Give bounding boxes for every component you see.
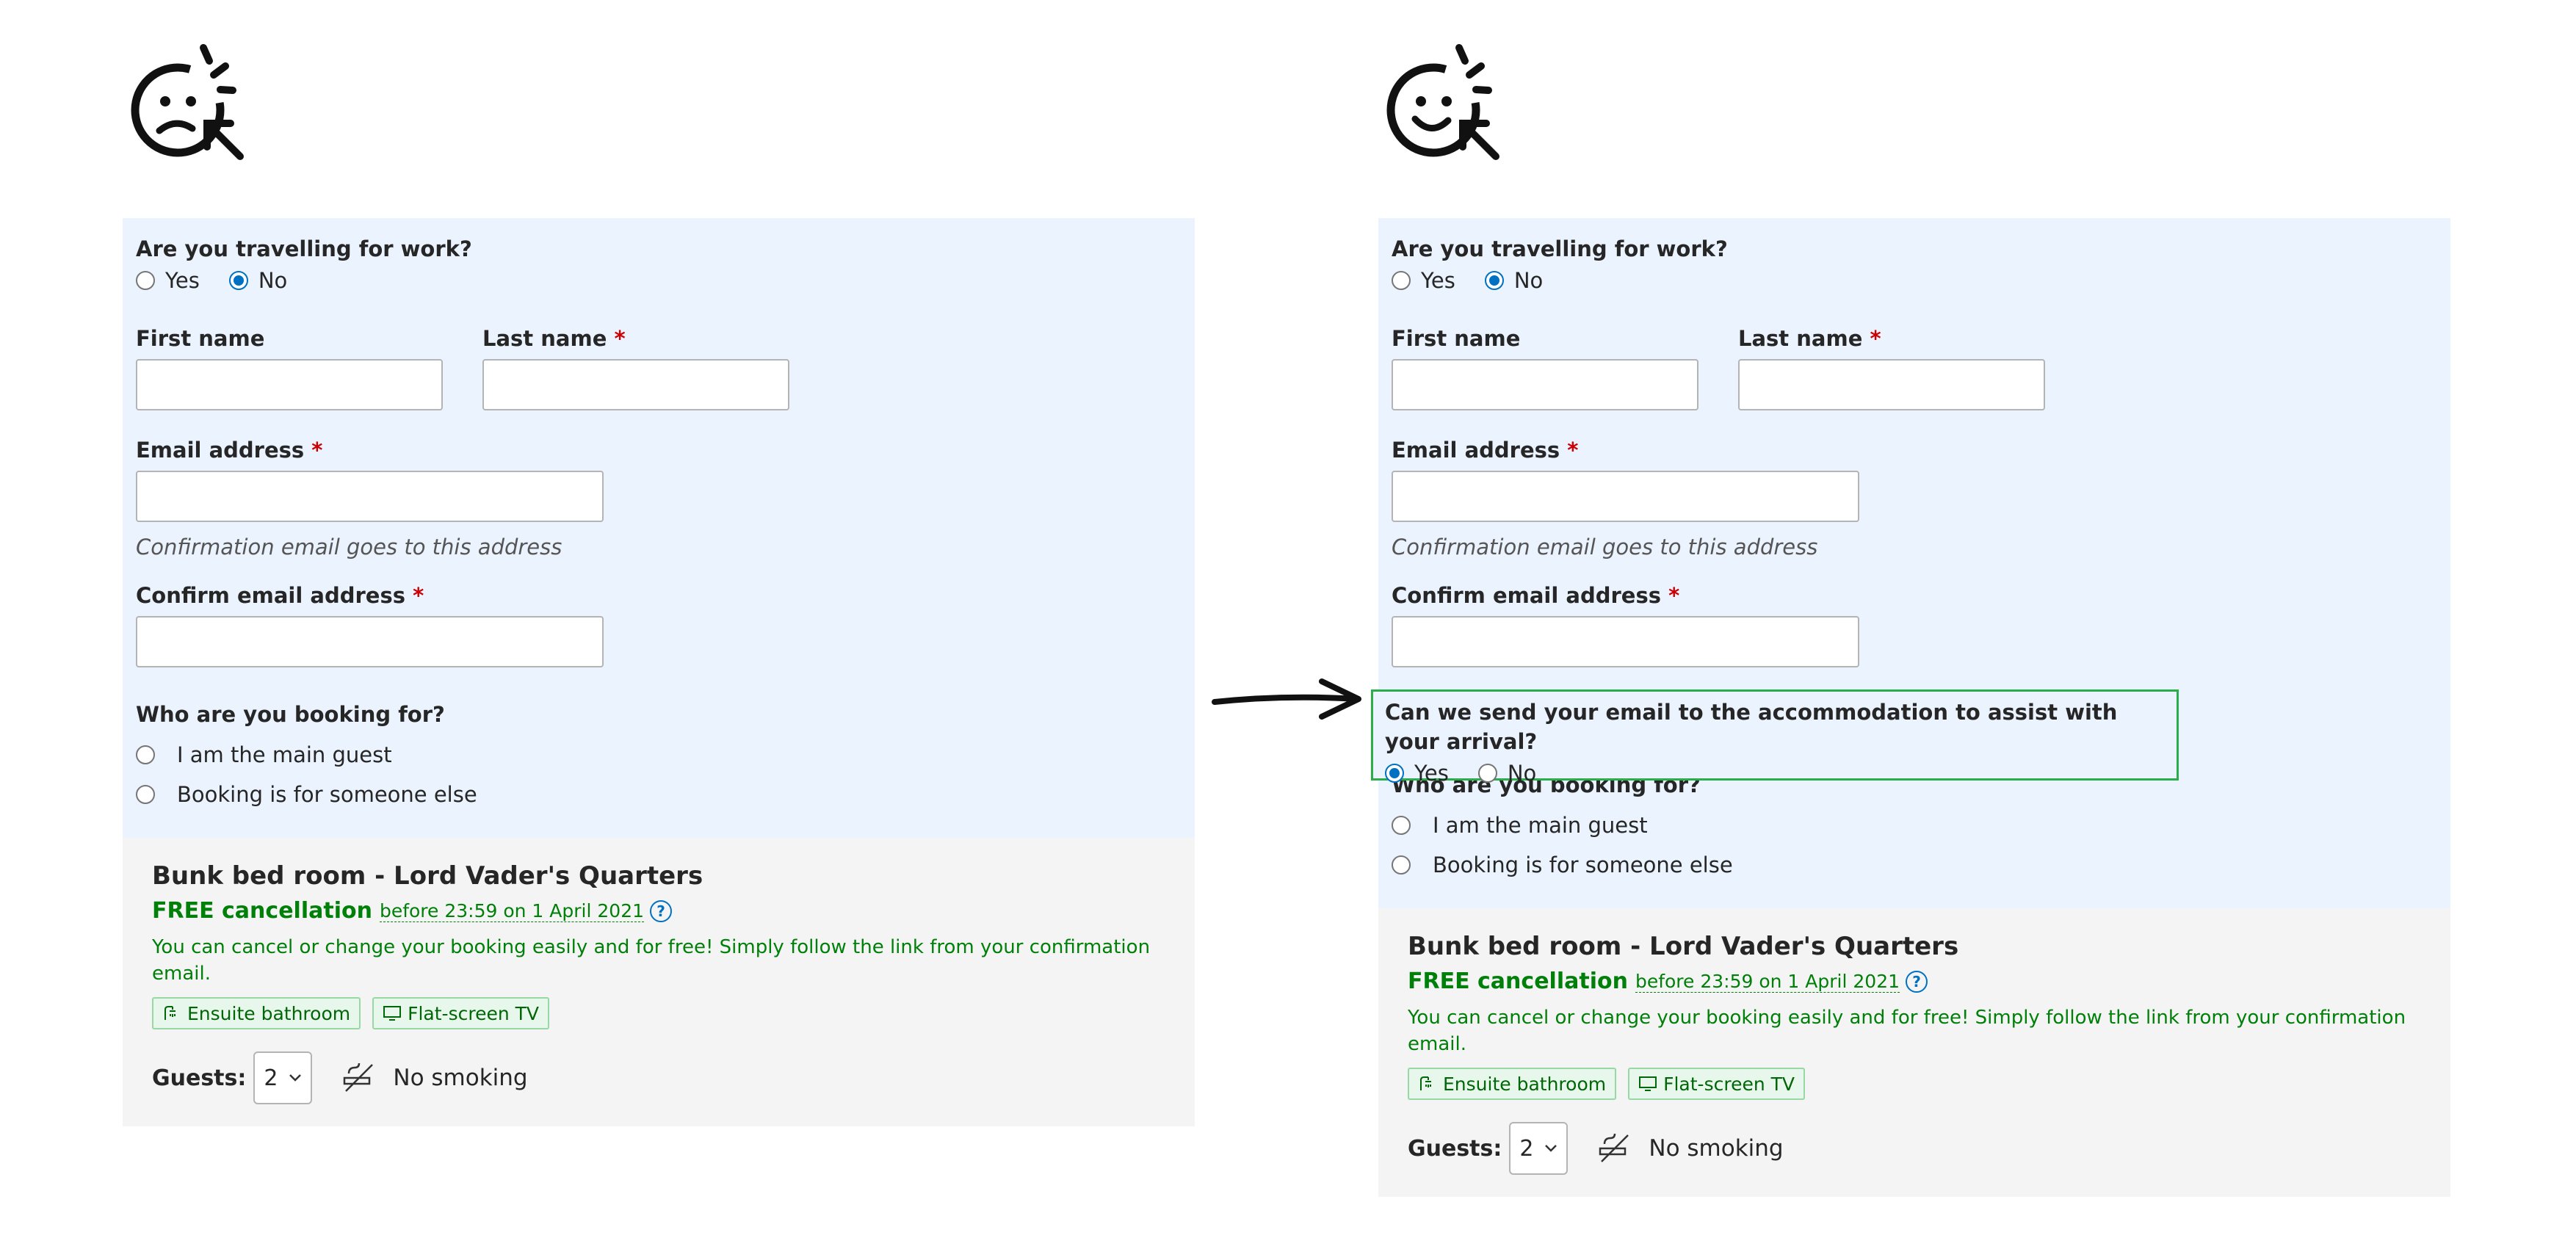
work-no-radio[interactable] xyxy=(1484,271,1504,290)
main-guest-label: I am the main guest xyxy=(1433,813,1648,838)
amenity-label: Flat-screen TV xyxy=(1663,1073,1795,1095)
booking-form: Are you travelling for work? Yes No Firs… xyxy=(1371,218,2450,1197)
work-yes-radio[interactable] xyxy=(1392,271,1411,290)
first-name-input[interactable] xyxy=(136,359,443,410)
work-no-label: No xyxy=(258,268,288,293)
last-name-input[interactable] xyxy=(482,359,789,410)
work-yes-label: Yes xyxy=(1421,268,1455,293)
amenity-label: Ensuite bathroom xyxy=(187,1002,351,1024)
guests-value: 2 xyxy=(264,1065,278,1091)
work-yes-label: Yes xyxy=(165,268,200,293)
amenity-ensuite: Ensuite bathroom xyxy=(152,997,361,1029)
work-no-radio[interactable] xyxy=(228,271,248,290)
confirm-email-label: Confirm email address xyxy=(1392,583,1661,608)
free-cancellation-label: FREE cancellation xyxy=(1408,968,1628,994)
tv-icon xyxy=(1639,1076,1657,1091)
required-mark: * xyxy=(1668,583,1680,608)
no-smoking-icon xyxy=(344,1062,374,1092)
work-yes-radio[interactable] xyxy=(136,271,155,290)
work-question: Are you travelling for work? xyxy=(1392,236,1728,261)
no-smoking-policy: No smoking xyxy=(1597,1132,1784,1165)
work-no-label: No xyxy=(1513,268,1544,293)
room-summary: Bunk bed room - Lord Vader's Quarters FR… xyxy=(1378,908,2450,1197)
chevron-down-icon xyxy=(1545,1145,1557,1152)
chevron-down-icon xyxy=(289,1074,302,1082)
amenity-ensuite: Ensuite bathroom xyxy=(1408,1068,1617,1100)
consent-yes-label: Yes xyxy=(1414,761,1449,786)
booking-form: Are you travelling for work? Yes No Firs… xyxy=(123,218,1195,1126)
consent-no-radio[interactable] xyxy=(1477,764,1497,783)
main-guest-radio[interactable] xyxy=(136,745,155,764)
email-consent-question: Can we send your email to the accommodat… xyxy=(1371,689,2179,786)
sad-face-magnifier-icon xyxy=(131,44,244,160)
guests-value: 2 xyxy=(1519,1135,1534,1162)
booking-for-question: Who are you booking for? xyxy=(136,702,445,727)
amenity-label: Flat-screen TV xyxy=(408,1002,540,1024)
shower-icon xyxy=(164,1006,176,1020)
required-mark: * xyxy=(311,438,323,463)
confirm-email-input[interactable] xyxy=(136,616,604,667)
no-smoking-policy: No smoking xyxy=(341,1062,528,1094)
shower-icon xyxy=(1420,1076,1431,1090)
confirm-email-input[interactable] xyxy=(1392,616,1859,667)
email-label: Email address xyxy=(136,438,305,463)
arrow-right-icon xyxy=(1212,678,1361,720)
free-cancellation-label: FREE cancellation xyxy=(152,898,372,924)
room-summary: Bunk bed room - Lord Vader's Quarters FR… xyxy=(123,838,1195,1126)
cancellation-date[interactable]: before 23:59 on 1 April 2021 xyxy=(379,900,644,922)
first-name-input[interactable] xyxy=(1392,359,1698,410)
email-input[interactable] xyxy=(136,471,604,522)
no-smoking-label: No smoking xyxy=(1649,1135,1784,1162)
cancellation-date[interactable]: before 23:59 on 1 April 2021 xyxy=(1635,971,1900,993)
guests-label: Guests: xyxy=(1408,1135,1502,1162)
amenity-label: Ensuite bathroom xyxy=(1443,1073,1607,1095)
guests-select[interactable]: 2 xyxy=(1509,1122,1569,1175)
required-mark: * xyxy=(413,583,424,608)
guests-label: Guests: xyxy=(152,1065,247,1091)
amenity-tv: Flat-screen TV xyxy=(1628,1068,1806,1100)
happy-face-magnifier-icon xyxy=(1386,44,1499,160)
cancellation-note: You can cancel or change your booking ea… xyxy=(152,936,1151,985)
amenity-tv: Flat-screen TV xyxy=(372,997,550,1029)
work-question: Are you travelling for work? xyxy=(136,236,472,261)
required-mark: * xyxy=(1567,438,1579,463)
room-title: Bunk bed room - Lord Vader's Quarters xyxy=(1408,932,1959,961)
required-mark: * xyxy=(614,326,626,351)
first-name-label: First name xyxy=(1392,326,1521,351)
help-icon[interactable]: ? xyxy=(650,899,672,922)
cancellation-note: You can cancel or change your booking ea… xyxy=(1408,1007,2406,1055)
confirm-email-label: Confirm email address xyxy=(136,583,405,608)
consent-question: Can we send your email to the accommodat… xyxy=(1385,700,2118,754)
someone-else-radio[interactable] xyxy=(1392,855,1411,875)
someone-else-radio[interactable] xyxy=(136,785,155,804)
email-label: Email address xyxy=(1392,438,1560,463)
consent-no-label: No xyxy=(1507,761,1537,786)
last-name-label: Last name xyxy=(482,326,607,351)
email-hint: Confirmation email goes to this address xyxy=(136,535,562,560)
help-icon[interactable]: ? xyxy=(1906,970,1928,993)
main-guest-label: I am the main guest xyxy=(177,742,392,767)
no-smoking-icon xyxy=(1599,1133,1629,1162)
first-name-label: First name xyxy=(136,326,265,351)
someone-else-label: Booking is for someone else xyxy=(1433,852,1733,877)
last-name-label: Last name xyxy=(1738,326,1863,351)
last-name-input[interactable] xyxy=(1738,359,2045,410)
required-mark: * xyxy=(1870,326,1881,351)
someone-else-label: Booking is for someone else xyxy=(177,782,477,807)
consent-yes-radio[interactable] xyxy=(1385,764,1404,783)
tv-icon xyxy=(383,1006,402,1021)
guests-select[interactable]: 2 xyxy=(253,1051,313,1104)
email-hint: Confirmation email goes to this address xyxy=(1392,535,1818,560)
email-input[interactable] xyxy=(1392,471,1859,522)
main-guest-radio[interactable] xyxy=(1392,816,1411,835)
room-title: Bunk bed room - Lord Vader's Quarters xyxy=(152,861,703,891)
no-smoking-label: No smoking xyxy=(393,1065,528,1091)
